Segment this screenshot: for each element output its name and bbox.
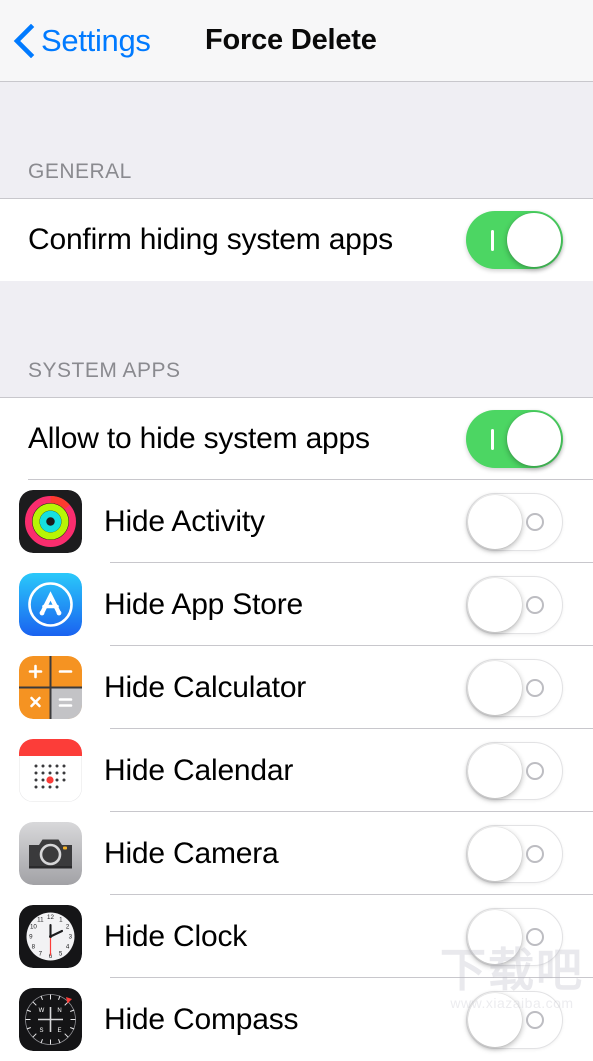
- svg-text:2: 2: [66, 923, 70, 930]
- toggle-hide-activity[interactable]: [466, 492, 563, 551]
- svg-text:N: N: [57, 1008, 61, 1014]
- back-button-label: Settings: [41, 23, 151, 58]
- section-header-system-apps: SYSTEM APPS: [0, 359, 593, 398]
- row-label: Hide Activity: [104, 504, 265, 538]
- toggle-off-mark-icon: [526, 595, 544, 614]
- row-label: Hide App Store: [104, 587, 303, 621]
- row-hide-camera[interactable]: Hide Camera: [0, 812, 593, 895]
- row-label: Hide Clock: [104, 919, 248, 953]
- toggle-knob: [468, 577, 522, 632]
- toggle-off-mark-icon: [526, 678, 544, 697]
- toggle-hide-camera[interactable]: [466, 824, 563, 883]
- app-store-app-icon: [19, 573, 82, 636]
- toggle-knob: [468, 992, 522, 1047]
- svg-text:1: 1: [59, 916, 63, 923]
- svg-text:5: 5: [59, 950, 63, 957]
- toggle-hide-calculator[interactable]: [466, 658, 563, 717]
- toggle-knob: [468, 494, 522, 549]
- svg-text:12: 12: [47, 914, 54, 921]
- toggle-off-mark-icon: [526, 844, 544, 863]
- toggle-hide-clock[interactable]: [466, 907, 563, 966]
- svg-text:9: 9: [29, 934, 33, 941]
- calendar-app-icon: [19, 739, 82, 802]
- toggle-off-mark-icon: [526, 761, 544, 780]
- svg-text:10: 10: [30, 923, 37, 930]
- toggle-confirm-hiding-system-apps[interactable]: [466, 211, 563, 269]
- row-hide-calendar[interactable]: Hide Calendar: [0, 729, 593, 812]
- row-confirm-hiding-system-apps[interactable]: Confirm hiding system apps: [0, 199, 593, 281]
- section-header-general: GENERAL: [0, 160, 593, 199]
- toggle-knob: [468, 743, 522, 798]
- svg-text:W: W: [39, 1008, 45, 1014]
- row-hide-app-store[interactable]: Hide App Store: [0, 563, 593, 646]
- toggle-knob: [468, 660, 522, 715]
- section-spacer-general: [0, 82, 593, 160]
- calculator-app-icon: [19, 656, 82, 719]
- navigation-bar: Settings Force Delete: [0, 0, 593, 82]
- row-hide-calculator[interactable]: Hide Calculator: [0, 646, 593, 729]
- svg-text:4: 4: [66, 944, 70, 951]
- toggle-hide-calendar[interactable]: [466, 741, 563, 800]
- toggle-off-mark-icon: [526, 927, 544, 946]
- toggle-knob: [468, 826, 522, 881]
- svg-text:8: 8: [32, 944, 36, 951]
- svg-text:11: 11: [37, 916, 44, 923]
- toggle-hide-compass[interactable]: [466, 990, 563, 1049]
- svg-text:E: E: [57, 1028, 61, 1034]
- row-hide-activity[interactable]: Hide Activity: [0, 480, 593, 563]
- toggle-on-mark-icon: [491, 429, 494, 450]
- row-label: Allow to hide system apps: [28, 422, 370, 455]
- toggle-hide-app-store[interactable]: [466, 575, 563, 634]
- back-button[interactable]: Settings: [13, 23, 151, 58]
- toggle-knob: [507, 213, 561, 267]
- row-allow-to-hide-system-apps[interactable]: Allow to hide system apps: [0, 398, 593, 480]
- camera-app-icon: [19, 822, 82, 885]
- activity-app-icon: [19, 490, 82, 553]
- toggle-on-mark-icon: [491, 230, 494, 251]
- row-label: Hide Compass: [104, 1002, 299, 1036]
- row-label: Hide Camera: [104, 836, 279, 870]
- row-hide-clock[interactable]: 12 1 2 3 4 5 6 7 8 9 10 11 Hide Clock: [0, 895, 593, 978]
- chevron-left-icon: [13, 23, 35, 58]
- toggle-allow-to-hide-system-apps[interactable]: [466, 410, 563, 468]
- compass-app-icon: N W S E: [19, 988, 82, 1051]
- toggle-off-mark-icon: [526, 512, 544, 531]
- row-hide-compass[interactable]: N W S E Hide Compass: [0, 978, 593, 1061]
- row-label: Confirm hiding system apps: [28, 223, 393, 256]
- toggle-off-mark-icon: [526, 1010, 544, 1029]
- section-spacer-system-apps: [0, 281, 593, 359]
- toggle-knob: [507, 412, 561, 466]
- row-label: Hide Calculator: [104, 670, 307, 704]
- svg-text:S: S: [39, 1028, 43, 1034]
- svg-text:3: 3: [69, 934, 73, 941]
- toggle-knob: [468, 909, 522, 964]
- page-title: Force Delete: [205, 24, 377, 56]
- row-label: Hide Calendar: [104, 753, 294, 787]
- clock-app-icon: 12 1 2 3 4 5 6 7 8 9 10 11: [19, 905, 82, 968]
- svg-text:7: 7: [39, 950, 43, 957]
